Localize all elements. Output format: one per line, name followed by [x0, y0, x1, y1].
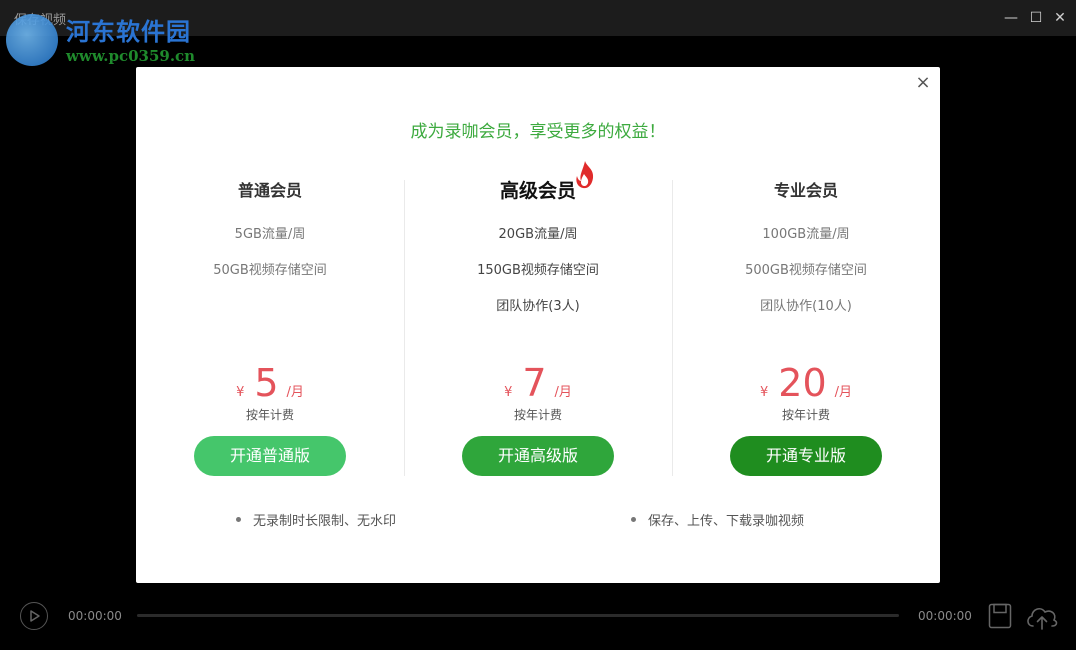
plan-name: 普通会员 — [237, 181, 302, 200]
site-watermark: 河东软件园 www.pc0359.cn — [6, 10, 216, 70]
subscribe-basic-button[interactable]: 开通普通版 — [194, 436, 346, 476]
price: ¥ 5 /月 — [136, 363, 404, 407]
feature-item: 5GB流量/周 — [234, 227, 306, 242]
save-icon[interactable] — [988, 603, 1012, 629]
feature-item: 100GB流量/周 — [762, 227, 850, 242]
watermark-logo-icon — [6, 14, 58, 66]
billing-note: 按年计费 — [781, 408, 830, 422]
feature-list: 20GB流量/周 150GB视频存储空间 团队协作(3人) — [404, 217, 672, 325]
feature-item: 团队协作(10人) — [760, 299, 852, 314]
watermark-site-name: 河东软件园 — [66, 17, 191, 46]
currency-symbol: ¥ — [504, 385, 513, 400]
feature-list: 100GB流量/周 500GB视频存储空间 团队协作(10人) — [672, 217, 940, 325]
currency-symbol: ¥ — [759, 385, 769, 400]
benefit-text: 无录制时长限制、无水印 — [253, 514, 397, 529]
subscribe-premium-button[interactable]: 开通高级版 — [462, 436, 614, 476]
price-period: /月 — [554, 385, 572, 400]
maximize-button[interactable]: ☐ — [1027, 9, 1045, 27]
plan-name: 专业会员 — [773, 181, 838, 200]
price-value: 5 — [254, 361, 279, 405]
billing-note: 按年计费 — [513, 408, 562, 422]
bullet-icon — [631, 517, 636, 522]
play-button[interactable] — [20, 602, 48, 630]
close-dialog-button[interactable]: × — [914, 74, 932, 92]
close-window-button[interactable]: ✕ — [1051, 9, 1069, 27]
play-icon — [30, 610, 40, 622]
billing-note: 按年计费 — [245, 408, 294, 422]
currency-symbol: ¥ — [236, 385, 245, 400]
price-value: 20 — [778, 361, 827, 405]
price: ¥ 20 /月 — [672, 363, 940, 407]
feature-item: 20GB流量/周 — [498, 227, 578, 242]
bullet-icon — [236, 517, 241, 522]
watermark-url: www.pc0359.cn — [66, 47, 196, 65]
cloud-upload-icon[interactable] — [1024, 601, 1060, 631]
feature-item: 团队协作(3人) — [496, 299, 580, 314]
current-time: 00:00:00 — [68, 609, 122, 623]
plan-basic: 普通会员 5GB流量/周 50GB视频存储空间 ¥ 5 /月 按年计费 开通普通… — [136, 177, 404, 477]
feature-list: 5GB流量/周 50GB视频存储空间 — [136, 217, 404, 289]
price-period: /月 — [834, 385, 853, 400]
price-period: /月 — [286, 385, 304, 400]
price: ¥ 7 /月 — [404, 363, 672, 407]
benefit-note: 保存、上传、下载录咖视频 — [631, 510, 804, 529]
plan-name: 高级会员 — [499, 180, 576, 202]
flame-icon — [576, 161, 594, 189]
minimize-button[interactable]: — — [1002, 9, 1020, 27]
membership-dialog: × 成为录咖会员，享受更多的权益！ 普通会员 5GB流量/周 50GB视频存储空… — [136, 67, 940, 583]
plan-pro: 专业会员 100GB流量/周 500GB视频存储空间 团队协作(10人) ¥ 2… — [672, 177, 940, 477]
progress-bar[interactable] — [137, 614, 899, 617]
benefit-note: 无录制时长限制、无水印 — [236, 510, 396, 529]
feature-item: 500GB视频存储空间 — [745, 263, 867, 278]
dialog-headline: 成为录咖会员，享受更多的权益！ — [410, 122, 666, 142]
feature-item: 50GB视频存储空间 — [213, 263, 327, 278]
total-time: 00:00:00 — [918, 609, 972, 623]
benefit-text: 保存、上传、下载录咖视频 — [648, 514, 805, 529]
plan-premium: 高级会员 20GB流量/周 150GB视频存储空间 团队协作(3人) ¥ 7 /… — [404, 177, 672, 477]
feature-item: 150GB视频存储空间 — [477, 263, 599, 278]
subscribe-pro-button[interactable]: 开通专业版 — [730, 436, 882, 476]
price-value: 7 — [522, 361, 547, 405]
